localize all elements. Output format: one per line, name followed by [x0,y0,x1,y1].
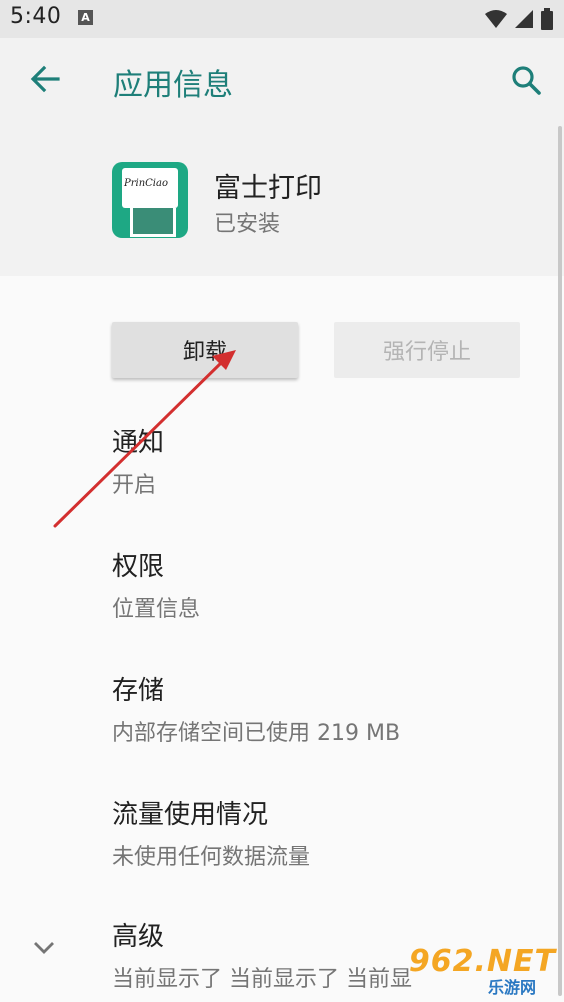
list-item-notifications[interactable]: 通知 开启 [112,422,164,499]
uninstall-button[interactable]: 卸载 [112,322,298,378]
list-item-storage[interactable]: 存储 内部存储空间已使用 219 MB [112,670,400,747]
list-item-data-usage[interactable]: 流量使用情况 未使用任何数据流量 [112,794,310,871]
app-header: PrinCiao 富士打印 已安装 [0,126,564,276]
list-item-subtitle: 开启 [112,473,157,498]
app-info-screen: 5:40 A 应用信息 PrinCiao 富士打印 已安装 卸载 强行停止 通知… [0,0,564,1002]
scrollbar[interactable] [558,126,562,996]
chevron-down-icon[interactable] [30,934,58,962]
app-icon-photo [130,208,176,237]
list-item-subtitle: 当前显示了 当前显示了 当前显 [112,967,412,992]
app-icon-logo: PrinCiao [124,178,168,189]
list-item-subtitle: 未使用任何数据流量 [112,845,311,870]
list-item-title: 权限 [112,552,165,582]
app-install-status: 已安装 [214,212,281,237]
arrow-back-icon[interactable] [28,62,62,96]
wifi-icon [485,10,507,28]
app-bar: 应用信息 [0,38,564,126]
list-item-title: 流量使用情况 [112,800,269,830]
app-name: 富士打印 [214,173,322,204]
watermark-sub: 乐游网 [487,978,536,997]
app-icon: PrinCiao [112,162,188,238]
search-icon[interactable] [510,64,542,96]
list-item-title: 通知 [112,428,165,458]
status-bar: 5:40 A [0,0,564,38]
status-icons [484,8,554,30]
list-item-title: 存储 [112,676,165,706]
watermark-logo: 962.NET 乐游网 [409,944,556,997]
status-time: 5:40 [10,4,62,29]
list-item-subtitle: 位置信息 [112,597,201,622]
list-item-advanced[interactable]: 高级 当前显示了 当前显示了 当前显 [112,916,412,993]
page-title: 应用信息 [113,68,233,103]
list-item-subtitle: 内部存储空间已使用 219 MB [112,721,401,746]
notification-badge-icon: A [78,10,93,25]
battery-icon [541,8,553,30]
force-stop-button[interactable]: 强行停止 [334,322,520,378]
list-item-title: 高级 [112,922,165,952]
signal-icon [515,10,533,28]
list-item-permissions[interactable]: 权限 位置信息 [112,546,200,623]
